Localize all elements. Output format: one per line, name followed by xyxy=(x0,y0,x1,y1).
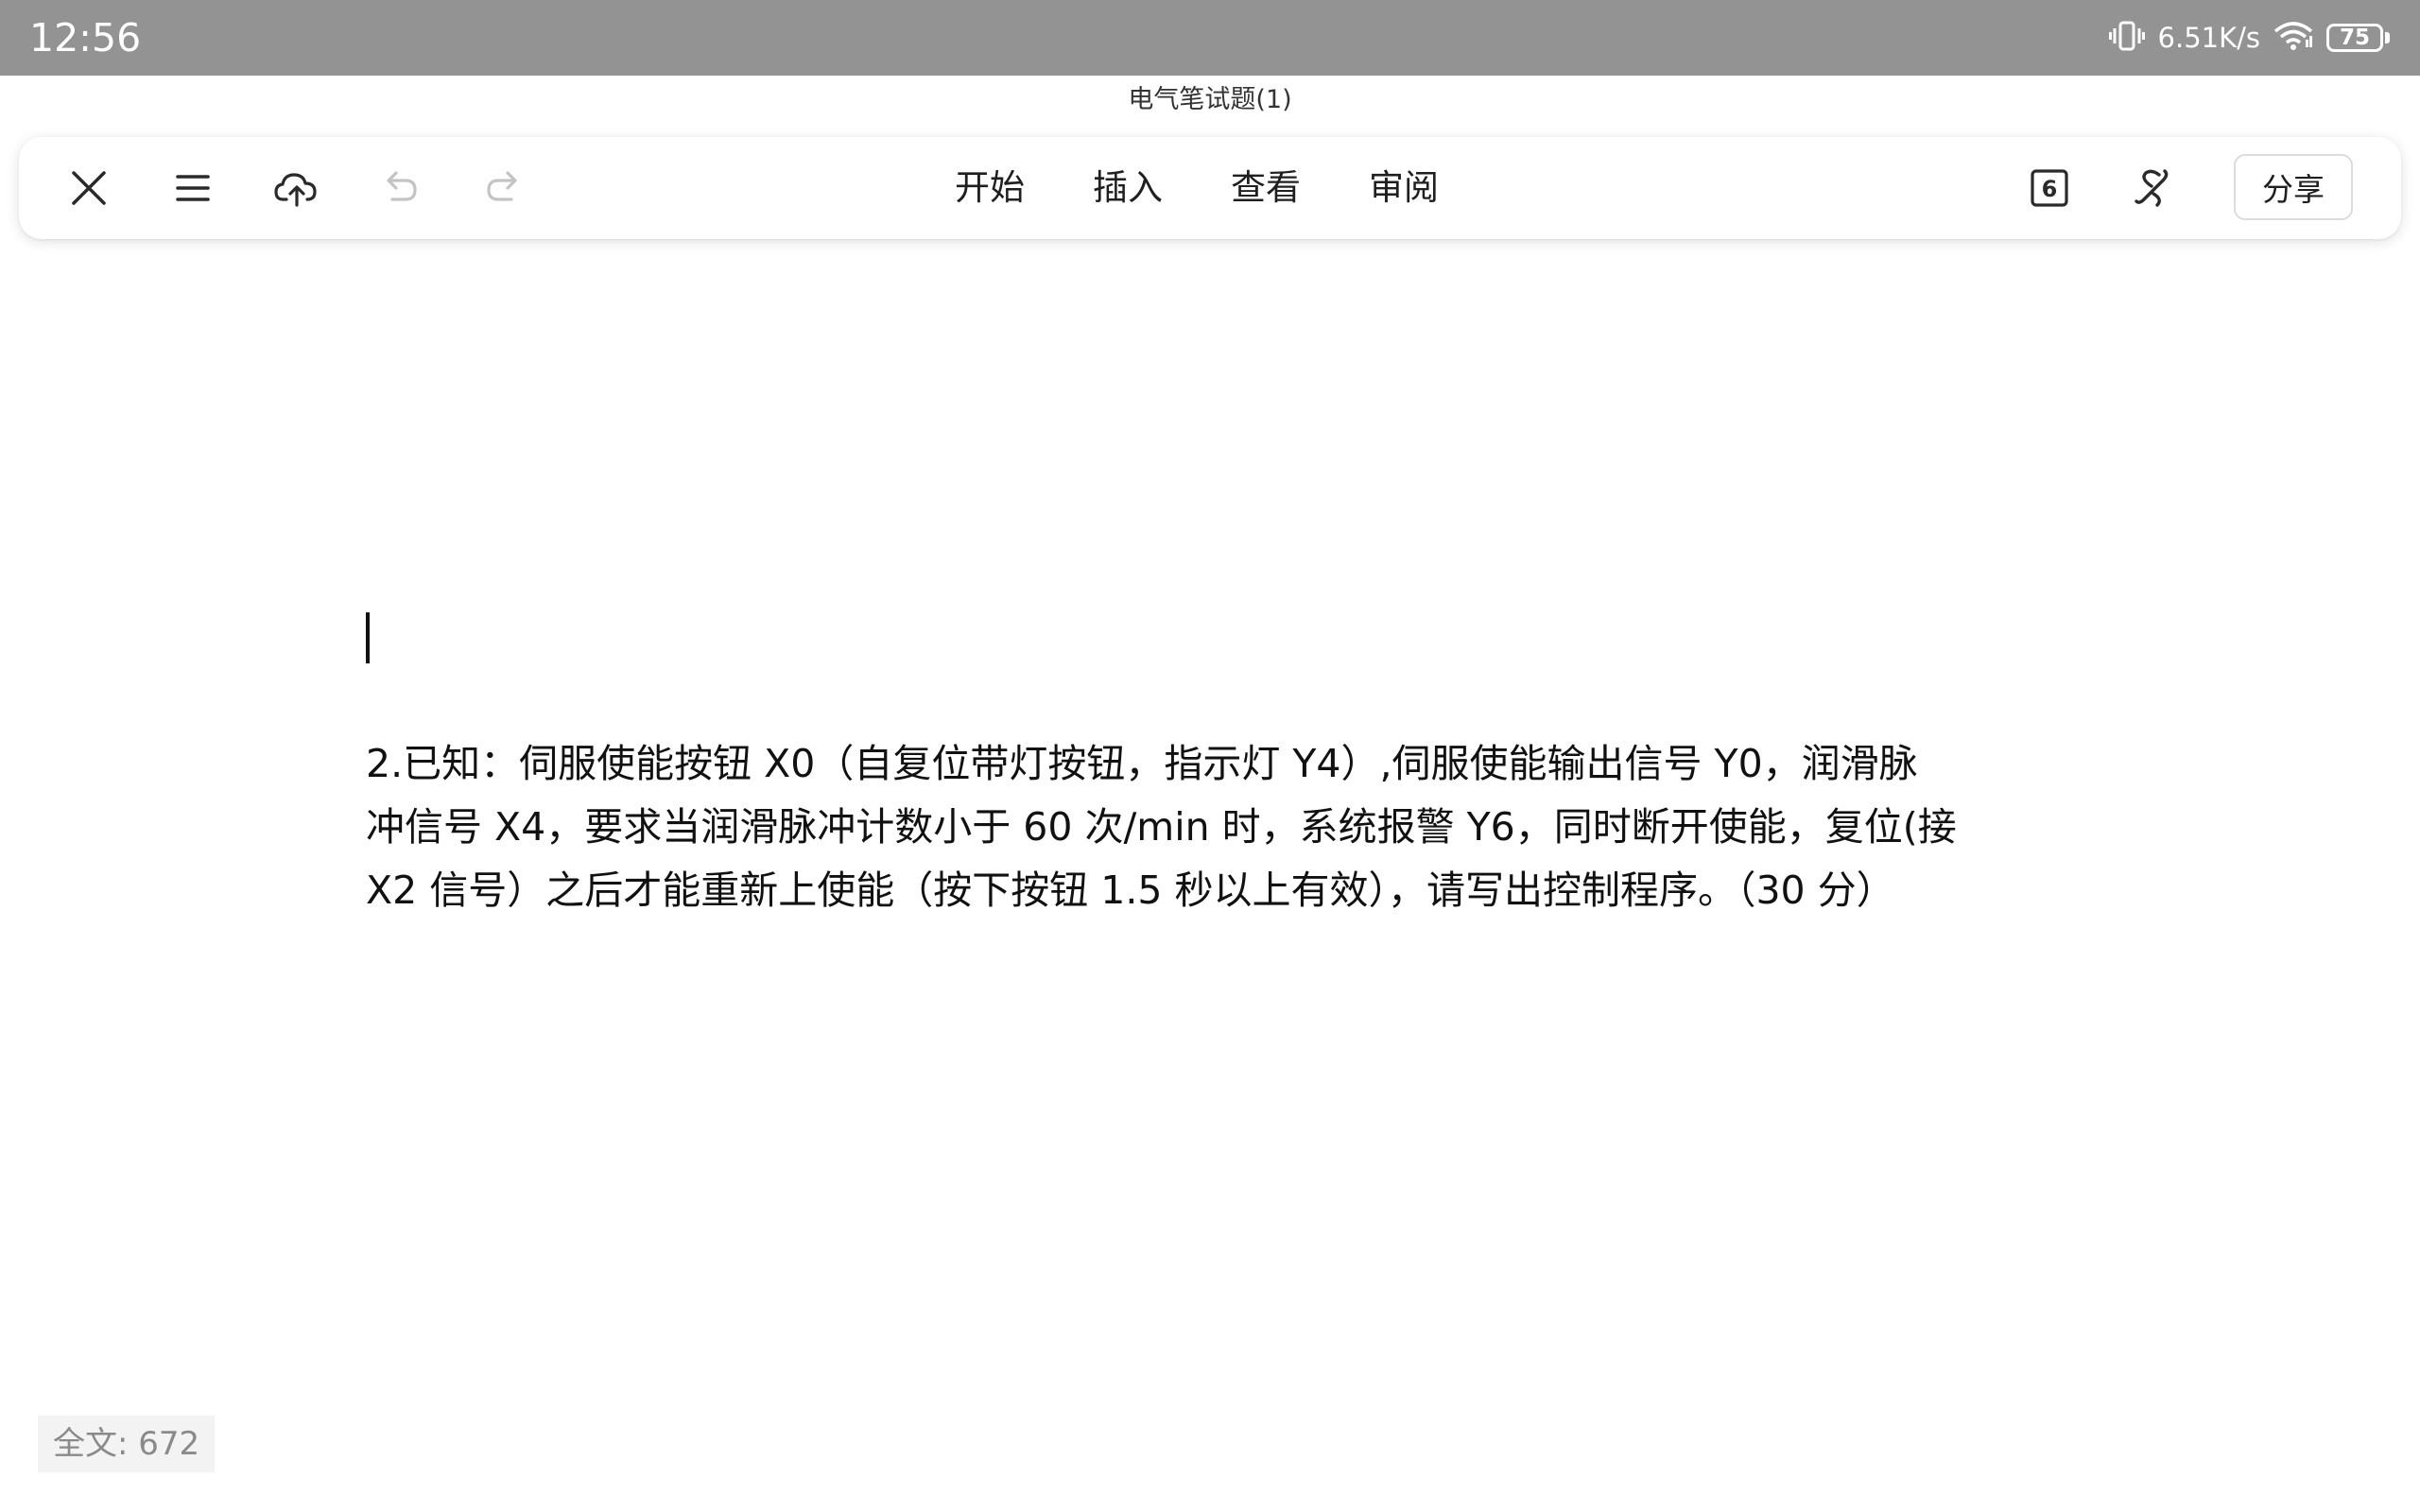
redo-icon[interactable] xyxy=(475,160,532,216)
tab-review[interactable]: 审阅 xyxy=(1369,137,1439,239)
cloud-upload-icon[interactable] xyxy=(268,160,324,216)
toolbar-tabs: 开始 插入 查看 审阅 xyxy=(955,137,1507,239)
battery-tip xyxy=(2385,32,2390,43)
document-paragraph[interactable]: 2.已知：伺服使能按钮 X0（自复位带灯按钮，指示灯 Y4）,伺服使能输出信号 … xyxy=(366,732,2067,922)
close-icon[interactable] xyxy=(60,160,117,216)
menu-icon[interactable] xyxy=(164,160,221,216)
battery-level: 75 xyxy=(2326,24,2383,52)
paragraph-line: X2 信号）之后才能重新上使能（按下按钮 1.5 秒以上有效），请写出控制程序。… xyxy=(366,868,1895,913)
tab-insert[interactable]: 插入 xyxy=(1093,137,1163,239)
paragraph-line: 2.已知：伺服使能按钮 X0（自复位带灯按钮，指示灯 Y4）,伺服使能输出信号 … xyxy=(366,741,1918,786)
tab-start[interactable]: 开始 xyxy=(955,137,1025,239)
word-count: 全文: 672 xyxy=(38,1416,216,1472)
status-indicators: 6.51K/s 75 xyxy=(2108,15,2390,60)
network-speed: 6.51K/s xyxy=(2157,22,2260,54)
share-button[interactable]: 分享 xyxy=(2234,154,2353,220)
document-title: 电气笔试题(1) xyxy=(1128,85,1292,114)
app-root: 12:56 6.51K/s 75 电气笔试题(1) 开始 插入 查看 审阅 6 … xyxy=(0,0,2420,1512)
page-count-badge: 6 xyxy=(2042,176,2058,202)
page-count-icon[interactable]: 6 xyxy=(2021,160,2078,216)
status-time: 12:56 xyxy=(29,15,142,60)
tab-view[interactable]: 查看 xyxy=(1231,137,1301,239)
pen-icon[interactable] xyxy=(2125,160,2182,216)
wifi-icon xyxy=(2273,21,2313,55)
paragraph-line: 冲信号 X4，要求当润滑脉冲计数小于 60 次/min 时，系统报警 Y6，同时… xyxy=(366,804,1957,850)
battery-icon: 75 xyxy=(2326,24,2390,52)
text-cursor xyxy=(366,612,370,663)
toolbar: 开始 插入 查看 审阅 6 分享 xyxy=(19,137,2401,239)
vibrate-icon xyxy=(2108,19,2145,57)
undo-icon[interactable] xyxy=(372,160,428,216)
status-bar: 12:56 6.51K/s 75 xyxy=(0,0,2420,76)
